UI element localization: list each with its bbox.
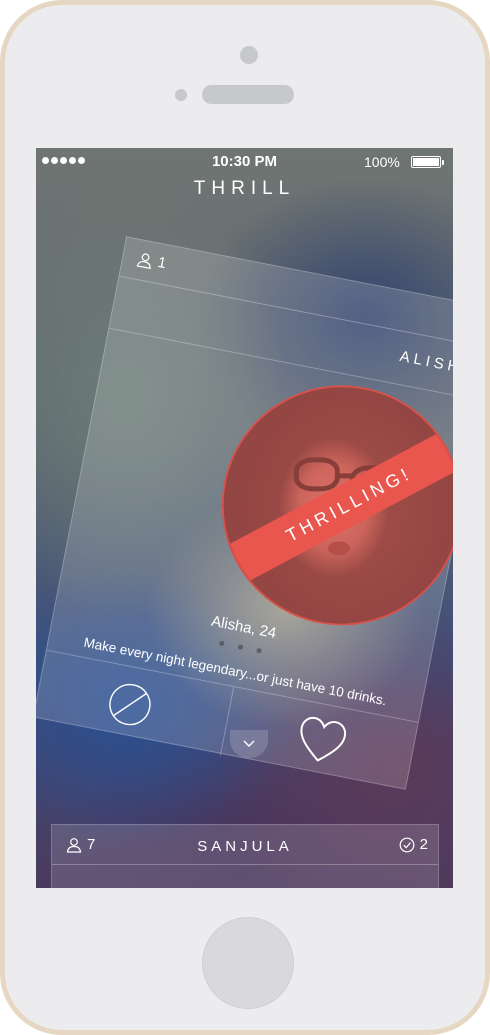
pass-icon[interactable] bbox=[104, 679, 156, 731]
earpiece-speaker bbox=[202, 85, 294, 104]
profile-photo[interactable]: THRILLING! bbox=[221, 385, 453, 626]
next-card-header: 7 SANJULA 2 bbox=[52, 825, 438, 865]
next-check-count-value: 2 bbox=[419, 836, 428, 853]
member-count-value: 1 bbox=[156, 253, 168, 273]
person-icon bbox=[136, 252, 151, 269]
battery-icon bbox=[411, 156, 444, 168]
member-count: 1 bbox=[136, 250, 168, 272]
next-check-count: 2 bbox=[399, 836, 428, 853]
status-bar: 10:30 PM 100% bbox=[36, 148, 453, 174]
home-button[interactable] bbox=[202, 917, 294, 1009]
app-title: THRILL bbox=[193, 178, 296, 199]
next-group-name: SANJULA bbox=[197, 838, 293, 855]
proximity-sensor bbox=[175, 89, 187, 101]
app-screen: 10:30 PM 100% THRILL 1 ALISHA THRILLING!… bbox=[36, 148, 453, 888]
check-circle-icon bbox=[399, 837, 415, 852]
heart-icon[interactable] bbox=[292, 712, 350, 769]
battery-percent: 100% bbox=[364, 154, 400, 170]
chevron-down-icon bbox=[243, 740, 255, 747]
profile-card[interactable]: 1 ALISHA THRILLING! Alisha, 24 Make ever… bbox=[36, 236, 453, 791]
next-profile-card[interactable]: 7 SANJULA 2 bbox=[51, 824, 439, 888]
front-camera bbox=[240, 46, 258, 64]
